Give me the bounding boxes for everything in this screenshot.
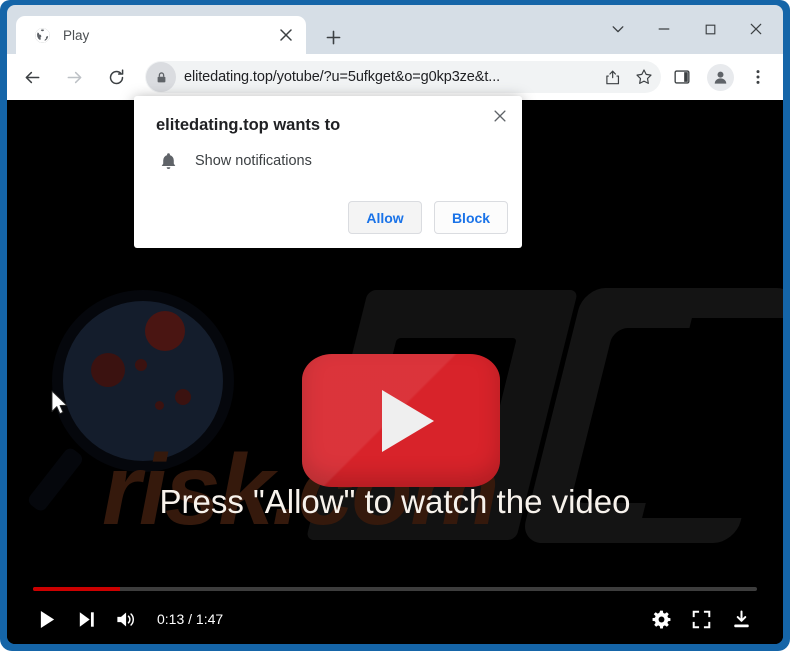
url-text: elitedating.top/yotube/?u=5ufkget&o=g0kp… (184, 69, 501, 85)
tab-close-icon[interactable] (273, 22, 299, 48)
germ-dot (135, 359, 147, 371)
share-icon[interactable] (597, 62, 627, 92)
tab-search-button[interactable] (595, 12, 641, 46)
gear-icon (652, 610, 670, 628)
dialog-close-icon[interactable] (486, 102, 514, 130)
star-icon[interactable] (629, 62, 659, 92)
fullscreen-icon (692, 610, 710, 628)
overlay-headline: Press "Allow" to watch the video (159, 483, 631, 520)
three-dot-menu-icon (756, 70, 760, 84)
play-triangle-icon (382, 389, 434, 452)
dialog-permission-row: Show notifications (156, 149, 312, 173)
chevron-down-icon (612, 26, 624, 33)
time-display: 0:13 / 1:47 (157, 611, 224, 627)
next-track-button[interactable] (67, 604, 107, 634)
reload-icon (109, 68, 123, 84)
maximize-icon (705, 24, 715, 34)
three-dot-menu-button[interactable] (741, 60, 775, 94)
close-window-button[interactable] (733, 12, 779, 46)
arrow-left-icon (25, 71, 39, 83)
next-track-icon (79, 611, 94, 627)
arrow-right-icon (67, 71, 81, 83)
close-icon (750, 23, 762, 35)
tab-title: Play (63, 27, 90, 43)
player-controls-right (641, 604, 761, 634)
back-button[interactable] (15, 60, 49, 94)
dialog-actions: Allow Block (348, 201, 508, 234)
side-panel-icon (674, 70, 690, 84)
download-button[interactable] (721, 604, 761, 634)
globe-icon (34, 27, 51, 44)
profile-button[interactable] (703, 60, 737, 94)
progress-bar-fill (33, 587, 120, 591)
germ-dot (145, 311, 185, 351)
volume-icon (117, 611, 134, 627)
side-panel-button[interactable] (665, 60, 699, 94)
notification-permission-dialog: elitedating.top wants to Show notificati… (134, 96, 522, 248)
block-button[interactable]: Block (434, 201, 508, 234)
address-bar[interactable]: elitedating.top/yotube/?u=5ufkget&o=g0kp… (145, 61, 661, 93)
play-button[interactable] (27, 604, 67, 634)
reload-button[interactable] (99, 60, 133, 94)
new-tab-button[interactable] (319, 23, 347, 51)
fullscreen-button[interactable] (681, 604, 721, 634)
window-controls (595, 11, 779, 47)
browser-window: Play elitedating.top/yotube/?u=5ufkget&o… (0, 0, 790, 651)
dialog-permission-label: Show notifications (195, 153, 312, 169)
germ-dot (91, 353, 125, 387)
allow-button[interactable]: Allow (348, 201, 422, 234)
video-player-controls: 0:13 / 1:47 (7, 582, 783, 644)
browser-toolbar: elitedating.top/yotube/?u=5ufkget&o=g0kp… (7, 54, 783, 100)
person-icon (706, 63, 734, 91)
plus-icon (326, 30, 340, 44)
volume-button[interactable] (107, 604, 147, 634)
tab-strip: Play (7, 5, 783, 54)
minimize-button[interactable] (641, 12, 687, 46)
forward-button (57, 60, 91, 94)
germ-dot (175, 389, 191, 405)
tab-play[interactable]: Play (16, 16, 306, 54)
play-icon (40, 610, 54, 628)
dialog-title: elitedating.top wants to (156, 116, 341, 134)
minimize-icon (658, 28, 670, 30)
maximize-button[interactable] (687, 12, 733, 46)
download-icon (733, 610, 749, 627)
player-controls-left: 0:13 / 1:47 (27, 604, 223, 634)
germ-dot (155, 401, 164, 410)
video-play-badge[interactable] (302, 354, 500, 487)
lock-icon[interactable] (146, 62, 176, 92)
bell-icon (156, 149, 180, 173)
mouse-pointer-icon (51, 390, 69, 416)
settings-button[interactable] (641, 604, 681, 634)
progress-bar[interactable] (33, 587, 757, 591)
